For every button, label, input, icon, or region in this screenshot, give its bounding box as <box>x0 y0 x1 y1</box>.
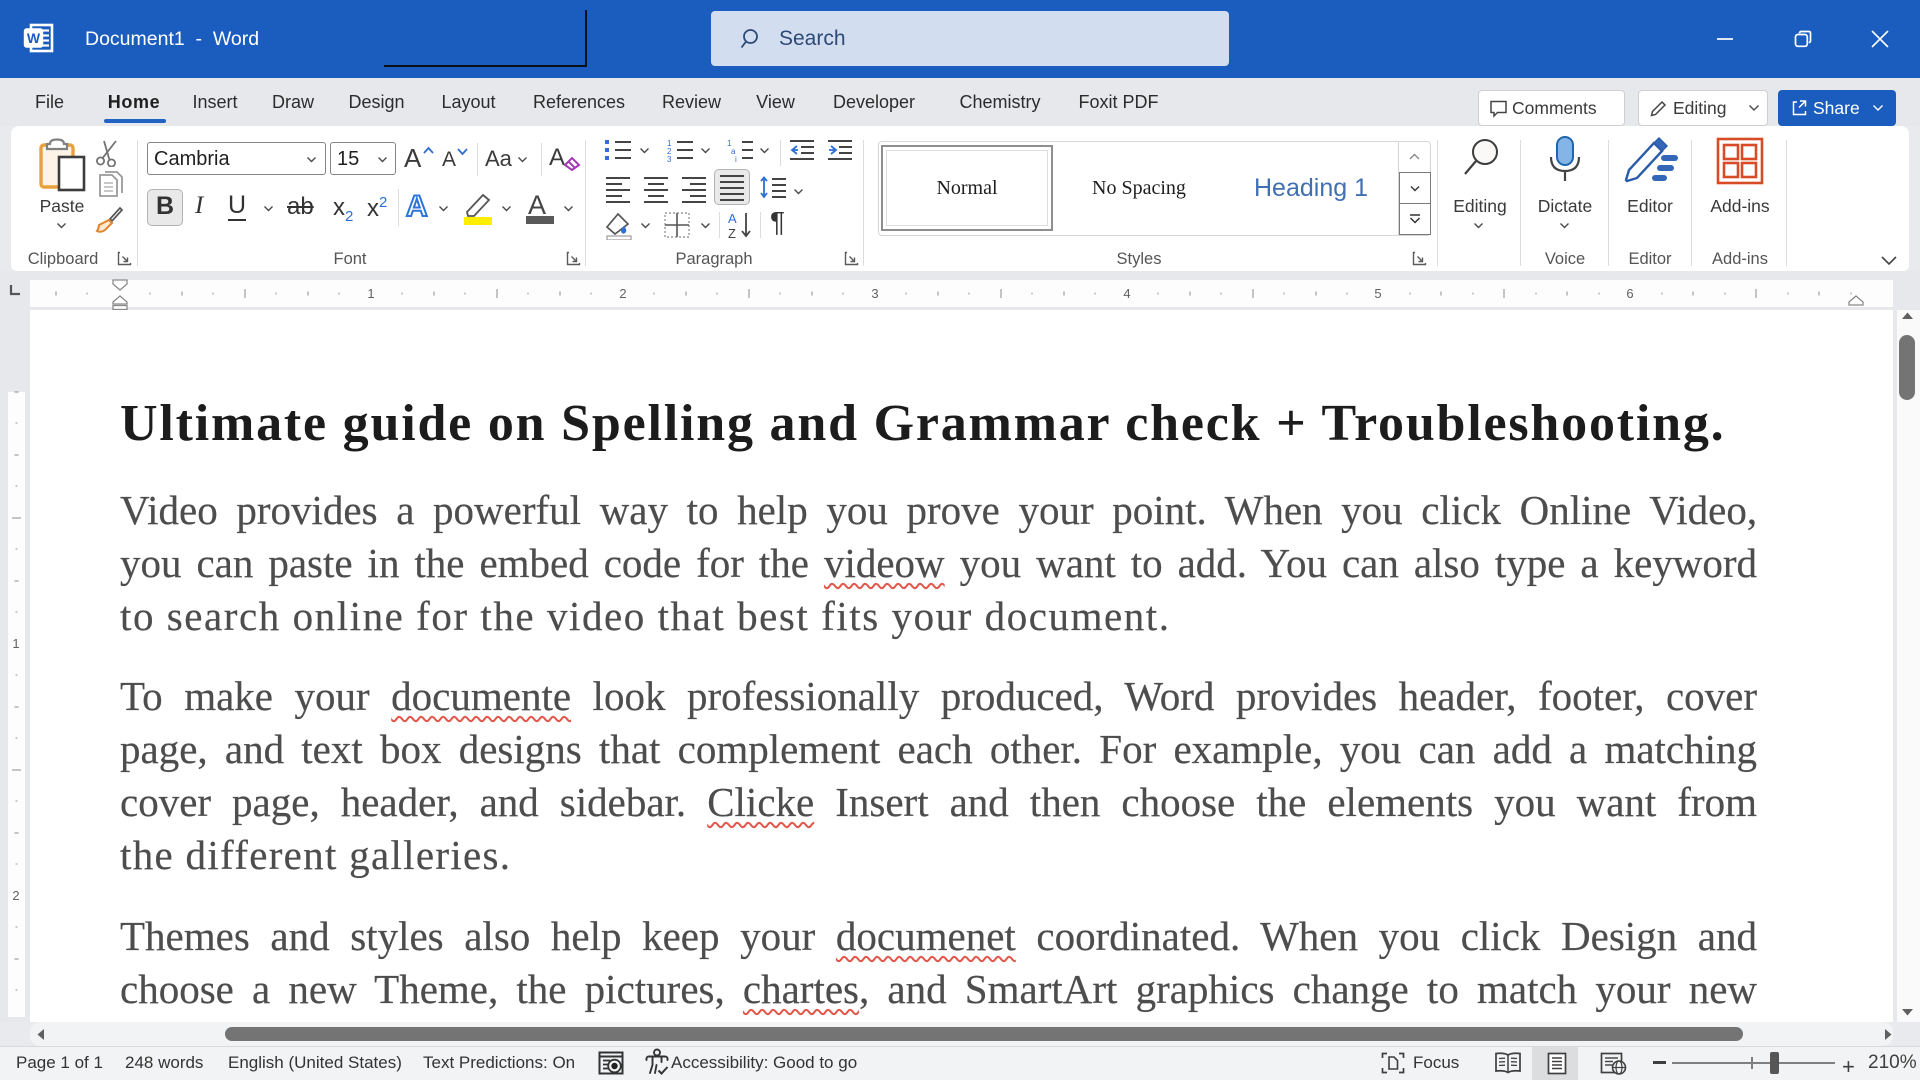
svg-text:6: 6 <box>1626 286 1633 301</box>
svg-text:2: 2 <box>12 888 19 903</box>
svg-text:3: 3 <box>871 286 878 301</box>
svg-text:1: 1 <box>367 286 374 301</box>
svg-text:1: 1 <box>12 636 19 651</box>
svg-text:4: 4 <box>1123 286 1130 301</box>
svg-text:2: 2 <box>619 286 626 301</box>
svg-text:5: 5 <box>1374 286 1381 301</box>
